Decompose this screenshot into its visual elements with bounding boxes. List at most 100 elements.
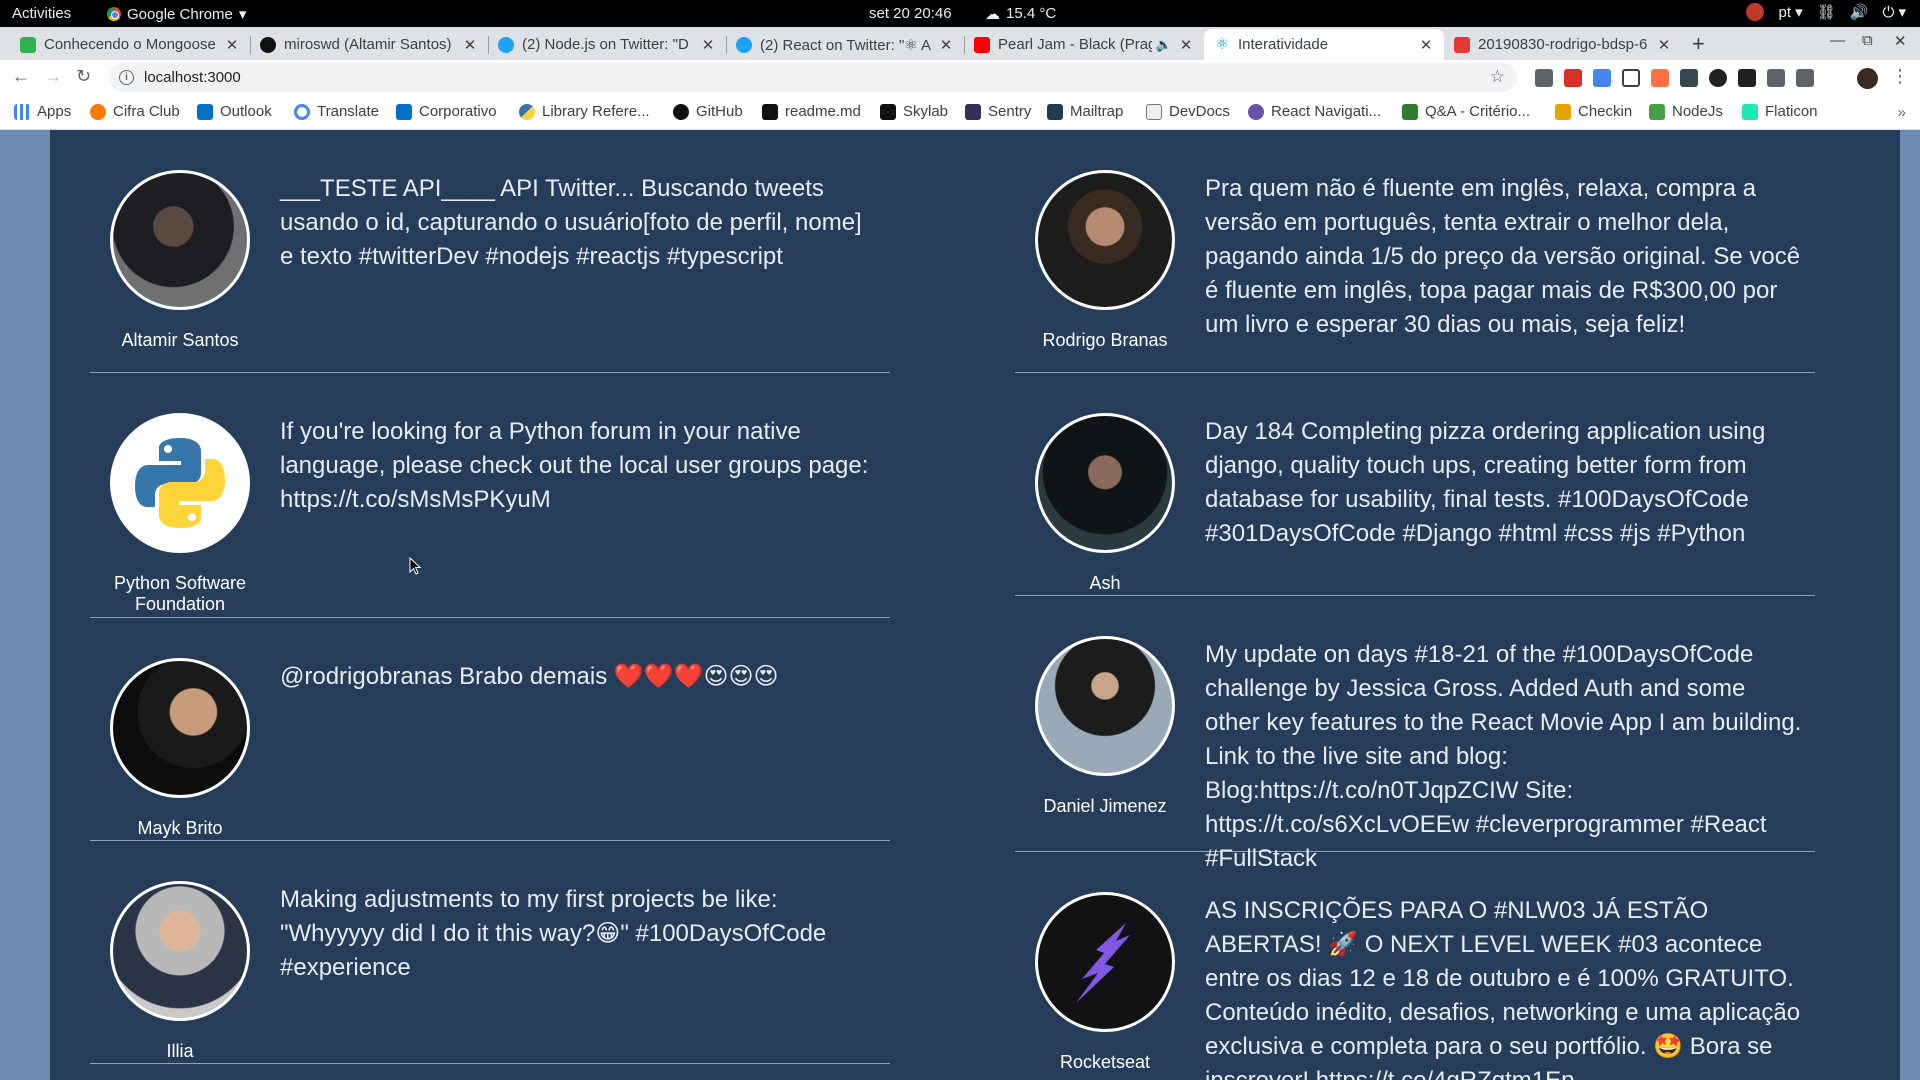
tab-favicon-icon <box>260 36 276 53</box>
tweet-author: Mayk Brito <box>137 818 223 838</box>
twitter-icon <box>498 36 514 53</box>
volume-icon[interactable]: 🔊 <box>1850 3 1869 21</box>
flaticon-icon <box>1742 103 1758 120</box>
bookmark-github[interactable]: GitHub <box>673 103 743 120</box>
reload-icon[interactable]: ↻ <box>76 66 91 87</box>
tab-mongoose[interactable]: Conhecendo o Mongoose ✕ <box>10 29 250 60</box>
bookmark-react-navigation[interactable]: React Navigati... <box>1248 103 1381 120</box>
address-bar[interactable]: i localhost:3000 ☆ <box>109 63 1517 92</box>
tweet-text: My update on days #18-21 of the #100Days… <box>1205 641 1802 872</box>
close-icon[interactable]: ✕ <box>1656 36 1672 54</box>
app-menu[interactable]: Google Chrome ▾ <box>107 5 246 23</box>
bookmark-cifra-club[interactable]: Cifra Club <box>90 103 180 120</box>
nodejs-icon <box>1649 103 1665 120</box>
extension-icon[interactable] <box>1564 69 1582 87</box>
network-icon[interactable]: ⛓ <box>1817 3 1836 21</box>
back-arrow-icon[interactable]: ← <box>12 66 30 87</box>
profile-avatar[interactable] <box>1857 68 1878 89</box>
bookmark-devdocs[interactable]: DevDocs <box>1146 103 1230 120</box>
tweet-card: Ash Day 184 Completing pizza ordering ap… <box>1015 373 1815 596</box>
tweet-card: Mayk Brito @rodrigobranas Brabo demais ❤… <box>90 618 890 841</box>
record-indicator-icon[interactable] <box>1746 3 1765 21</box>
bookmark-readme[interactable]: readme.md <box>762 103 861 120</box>
puzzle-extensions-icon[interactable] <box>1767 69 1785 87</box>
weather-indicator[interactable]: ☁ 15.4 °C <box>985 5 1056 23</box>
tweet-author: Illia <box>166 1041 194 1061</box>
power-icon[interactable]: ⏻ ▾ <box>1882 3 1906 21</box>
tweet-card: Altamir Santos ___TESTE API____ API Twit… <box>90 130 890 373</box>
tweet-card: Rodrigo Branas Pra quem não é fluente em… <box>1015 130 1815 373</box>
bookmark-library-reference[interactable]: Library Refere... <box>519 103 650 120</box>
extension-icon[interactable] <box>1651 69 1669 87</box>
chevron-down-icon: ▾ <box>238 6 247 23</box>
rocketseat-logo-icon <box>1076 923 1130 1003</box>
info-icon[interactable]: i <box>119 70 134 85</box>
tab-title: miroswd (Altamir Santos) <box>284 36 452 53</box>
restore-icon[interactable]: ⧉ <box>1862 32 1873 49</box>
avatar <box>110 881 250 1021</box>
tab-pdf-rodrigo[interactable]: 20190830-rodrigo-bdsp-6 ✕ <box>1444 29 1682 60</box>
tweet-text: Making adjustments to my first projects … <box>280 886 827 981</box>
url-text: localhost:3000 <box>144 69 241 86</box>
minimize-icon[interactable]: — <box>1830 32 1845 49</box>
tweet-card: Illia Making adjustments to my first pro… <box>90 841 890 1064</box>
more-menu-icon[interactable]: ⋮ <box>1891 66 1909 87</box>
tab-title: Interatividade <box>1238 36 1329 53</box>
new-tab-button[interactable]: + <box>1692 31 1705 57</box>
close-icon[interactable]: ✕ <box>938 36 954 54</box>
bookmark-checkin[interactable]: Checkin <box>1555 103 1632 120</box>
tab-favicon-icon <box>20 36 36 53</box>
bookmark-nodejs[interactable]: NodeJs <box>1649 103 1723 120</box>
translate-extension-icon[interactable] <box>1593 69 1611 87</box>
tweet-author: Rodrigo Branas <box>1042 330 1168 350</box>
tweet-text: Pra quem não é fluente em inglês, relaxa… <box>1205 175 1801 338</box>
bookmark-outlook[interactable]: Outlook <box>197 103 272 120</box>
react-icon: ⚛ <box>1214 35 1230 53</box>
extension-icon[interactable] <box>1622 69 1640 87</box>
close-icon[interactable]: ✕ <box>700 36 716 54</box>
youtube-icon <box>974 36 990 53</box>
tweet-card: Daniel Jimenez My update on days #18-21 … <box>1015 596 1815 872</box>
close-icon[interactable]: ✕ <box>1178 36 1194 54</box>
pdf-icon <box>1454 36 1470 53</box>
avatar <box>110 170 250 310</box>
activities-button[interactable]: Activities <box>12 5 71 22</box>
extension-icon[interactable] <box>1535 69 1553 87</box>
bookmark-flaticon[interactable]: Flaticon <box>1742 103 1818 120</box>
extension-icon[interactable] <box>1709 69 1727 87</box>
extension-icon[interactable] <box>1738 69 1756 87</box>
tab-interatividade[interactable]: ⚛ Interatividade ✕ <box>1204 29 1444 60</box>
tweet-text: @rodrigobranas Brabo demais ❤️❤️❤️😍😍😍 <box>280 663 779 690</box>
extension-icon[interactable] <box>1680 69 1698 87</box>
bookmark-mailtrap[interactable]: Mailtrap <box>1047 103 1123 120</box>
chrome-icon <box>107 7 121 21</box>
bookmark-translate[interactable]: Translate <box>294 103 379 120</box>
bookmark-star-icon[interactable]: ☆ <box>1490 67 1505 87</box>
bookmark-sentry[interactable]: Sentry <box>965 103 1031 120</box>
bookmark-apps[interactable]: Apps <box>14 103 71 120</box>
tab-react-twitter[interactable]: (2) React on Twitter: "⚛ A ✕ <box>726 29 964 60</box>
bookmark-skylab[interactable]: Skylab <box>880 103 948 120</box>
tab-title: 20190830-rodrigo-bdsp-6 <box>1478 36 1648 53</box>
language-indicator[interactable]: pt ▾ <box>1778 3 1802 21</box>
audio-playing-icon[interactable]: 🔈 <box>1156 37 1172 53</box>
close-icon[interactable]: ✕ <box>462 36 478 54</box>
media-control-icon[interactable] <box>1796 69 1814 87</box>
close-icon[interactable]: ✕ <box>224 36 240 54</box>
extensions-bar <box>1535 69 1814 87</box>
close-window-icon[interactable]: ✕ <box>1894 32 1907 50</box>
python-logo-avatar <box>110 413 250 553</box>
apps-grid-icon <box>14 103 30 120</box>
bookmark-corporativo[interactable]: Corporativo <box>396 103 497 120</box>
tab-youtube-pearl-jam[interactable]: Pearl Jam - Black (Prag 🔈 ✕ <box>964 29 1204 60</box>
close-icon[interactable]: ✕ <box>1418 36 1434 54</box>
tab-nodejs-twitter[interactable]: (2) Node.js on Twitter: "D ✕ <box>488 29 726 60</box>
more-bookmarks-icon[interactable]: » <box>1898 104 1906 121</box>
forward-arrow-icon[interactable]: → <box>44 66 62 87</box>
bookmark-qa-criterio[interactable]: Q&A - Critério... <box>1402 103 1530 120</box>
os-top-bar: Activities Google Chrome ▾ set 20 20:46 … <box>0 0 1920 27</box>
tweet-author: Altamir Santos <box>121 330 239 350</box>
clock[interactable]: set 20 20:46 <box>869 5 952 22</box>
tab-title: (2) React on Twitter: "⚛ A <box>760 36 932 54</box>
tab-github-miroswd[interactable]: miroswd (Altamir Santos) ✕ <box>250 29 488 60</box>
